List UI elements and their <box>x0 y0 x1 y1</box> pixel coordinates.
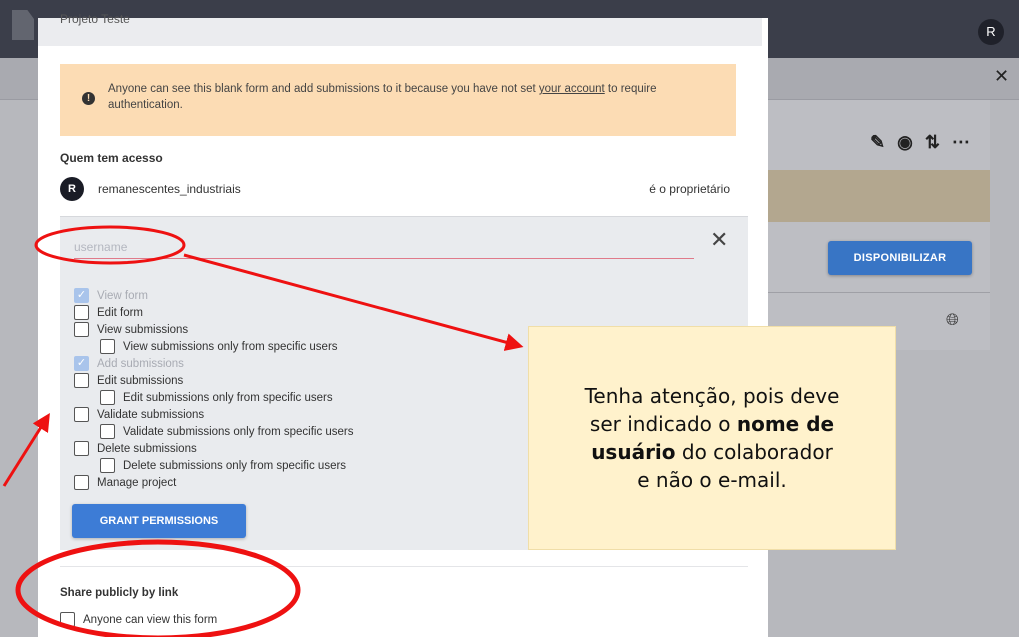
permission-row[interactable]: Edit form <box>74 304 143 321</box>
permission-row[interactable]: Delete submissions only from specific us… <box>100 457 346 474</box>
publish-button[interactable]: DISPONIBILIZAR <box>828 241 972 275</box>
owner-avatar: R <box>60 177 84 201</box>
permission-checkbox[interactable] <box>100 458 115 473</box>
grant-permissions-button[interactable]: GRANT PERMISSIONS <box>72 504 246 538</box>
share-public-option[interactable]: Anyone can view this form <box>60 612 217 627</box>
account-avatar[interactable]: R <box>978 19 1004 45</box>
note-text: ser indicado o <box>589 412 737 436</box>
note-bold-text: usuário <box>591 440 676 464</box>
status-banner <box>768 170 990 222</box>
permission-checkbox[interactable] <box>100 339 115 354</box>
permission-row[interactable]: Edit submissions <box>74 372 183 389</box>
close-icon[interactable]: ✕ <box>994 66 1009 87</box>
share-by-link-heading: Share publicly by link <box>60 587 179 599</box>
permission-checkbox: ✓ <box>74 356 89 371</box>
permission-checkbox[interactable] <box>74 475 89 490</box>
permission-label: Delete submissions <box>97 442 197 455</box>
globe-icon[interactable]: 🌐︎ <box>946 312 959 330</box>
replace-icon[interactable]: ⇅ <box>925 132 940 153</box>
permission-label: Manage project <box>97 476 177 489</box>
note-line-4: e não o e-mail. <box>637 468 787 492</box>
username-input[interactable] <box>74 235 694 259</box>
project-toolbar: ✎ ◉ ⇅ ⋯ <box>870 132 970 153</box>
annotation-note: Tenha atenção, pois deve ser indicado o … <box>528 326 896 550</box>
modal-header: Projeto Teste <box>38 12 762 46</box>
permission-row[interactable]: Validate submissions <box>74 406 204 423</box>
note-line-1: Tenha atenção, pois deve <box>584 384 840 408</box>
permission-label: Edit form <box>97 306 144 319</box>
permission-label: View submissions <box>97 323 189 336</box>
warning-text: Anyone can see this blank form and add s… <box>108 81 698 113</box>
permission-label: Validate submissions only from specific … <box>123 425 354 438</box>
owner-role: é o proprietário <box>649 182 730 196</box>
share-public-checkbox[interactable] <box>60 612 75 627</box>
permission-checkbox[interactable] <box>100 424 115 439</box>
permission-row[interactable]: View submissions only from specific user… <box>100 338 338 355</box>
permission-row[interactable]: ✓ View form <box>74 287 148 304</box>
more-options-icon[interactable]: ⋯ <box>952 132 970 153</box>
permission-checkbox[interactable] <box>74 305 89 320</box>
warning-prefix: Anyone can see this blank form and add s… <box>108 83 539 95</box>
permission-row[interactable]: Validate submissions only from specific … <box>100 423 354 440</box>
permission-row[interactable]: Manage project <box>74 474 176 491</box>
permission-label: View submissions only from specific user… <box>123 340 338 353</box>
app-logo-icon[interactable] <box>12 10 34 40</box>
permission-row[interactable]: Edit submissions only from specific user… <box>100 389 333 406</box>
note-bold-text: nome de <box>736 412 835 436</box>
permission-label: Edit submissions only from specific user… <box>123 391 333 404</box>
alert-icon: ! <box>82 92 95 105</box>
project-title: Projeto Teste <box>60 12 130 26</box>
share-public-label: Anyone can view this form <box>83 613 218 626</box>
your-account-link[interactable]: your account <box>539 83 605 95</box>
note-text: do colaborador <box>675 440 833 464</box>
permission-label: Add submissions <box>97 357 184 370</box>
permission-label: Validate submissions <box>97 408 205 421</box>
public-access-warning: ! Anyone can see this blank form and add… <box>60 64 736 136</box>
permission-checkbox[interactable] <box>74 373 89 388</box>
permission-row[interactable]: View submissions <box>74 321 188 338</box>
permission-label: View form <box>97 289 148 302</box>
permission-row[interactable]: ✓ Add submissions <box>74 355 184 372</box>
section-divider <box>60 566 748 567</box>
owner-row: R remanescentes_industriais é o propriet… <box>60 177 730 205</box>
permission-checkbox: ✓ <box>74 288 89 303</box>
permission-checkbox[interactable] <box>74 322 89 337</box>
who-has-access-heading: Quem tem acesso <box>60 151 163 165</box>
close-form-icon[interactable]: ✕ <box>710 229 728 251</box>
permission-label: Edit submissions <box>97 374 184 387</box>
panel-divider <box>768 292 990 293</box>
permission-checkbox[interactable] <box>74 441 89 456</box>
note-line-2: ser indicado o nome de <box>585 410 840 438</box>
preview-eye-icon[interactable]: ◉ <box>897 132 913 153</box>
edit-pencil-icon[interactable]: ✎ <box>870 132 885 153</box>
owner-username: remanescentes_industriais <box>98 182 241 196</box>
permission-checkbox[interactable] <box>74 407 89 422</box>
permission-checkbox[interactable] <box>100 390 115 405</box>
permission-row[interactable]: Delete submissions <box>74 440 197 457</box>
note-line-3: usuário do colaborador <box>585 438 840 466</box>
permission-label: Delete submissions only from specific us… <box>123 459 347 472</box>
